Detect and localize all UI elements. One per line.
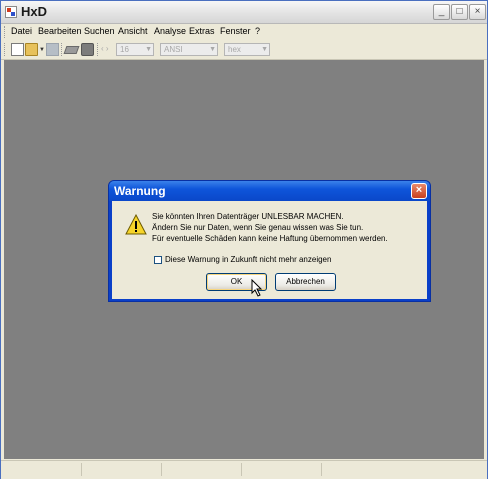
status-cell [3,463,82,476]
mouse-cursor-icon [251,279,263,297]
menu-grip[interactable] [4,26,7,38]
chevron-down-icon: ▼ [145,46,152,53]
status-bar [1,460,487,479]
menu-item-help[interactable]: ? [255,26,260,36]
save-icon[interactable] [46,43,59,56]
menu-item-ansicht[interactable]: Ansicht [118,26,148,36]
toolbar-grip[interactable] [4,43,6,56]
dialog-title: Warnung [114,184,166,198]
dialog-close-button[interactable]: × [411,183,427,199]
warning-message-line-3: Für eventuelle Schäden kann keine Haftun… [152,234,388,243]
title-bar[interactable]: HxD _ □ × [1,1,487,24]
toolbar: ▼ ‹ › 16 ▼ ANSI ▼ hex ▼ [1,40,487,60]
status-cell [243,463,322,476]
chevron-down-icon: ▼ [209,46,216,53]
window-title: HxD [21,4,48,19]
chevron-down-icon: ▼ [261,46,268,53]
toolbar-separator [61,43,63,56]
menu-item-datei[interactable]: Datei [11,26,32,36]
menu-item-suchen[interactable]: Suchen [84,26,115,36]
warning-message-line-1: Sie könnten Ihren Datenträger UNLESBAR M… [152,212,344,221]
eraser-icon[interactable] [63,46,80,54]
offset-base-select[interactable]: hex ▼ [224,43,270,56]
open-dropdown-arrow-icon[interactable]: ▼ [39,47,45,53]
menu-item-bearbeiten[interactable]: Bearbeiten [38,26,82,36]
dialog-body: Sie könnten Ihren Datenträger UNLESBAR M… [112,201,427,299]
dont-show-again-checkbox[interactable] [154,256,162,264]
bytes-per-row-value: 16 [120,45,129,54]
status-cell [83,463,162,476]
toolbar-separator [97,43,99,56]
new-file-icon[interactable] [11,43,24,56]
open-folder-icon[interactable] [25,43,38,56]
warning-dialog: Warnung × Sie könnten Ihren Datenträger … [108,180,431,302]
hxd-app-icon [5,6,17,18]
close-button[interactable]: × [469,4,486,20]
menu-item-extras[interactable]: Extras [189,26,215,36]
warning-message-line-2: Ändern Sie nur Daten, wenn Sie genau wis… [152,223,364,232]
menu-bar: Datei Bearbeiten Suchen Ansicht Analyse … [1,24,487,40]
offset-base-value: hex [228,45,241,54]
menu-item-fenster[interactable]: Fenster [220,26,251,36]
charset-value: ANSI [164,45,183,54]
status-cell [163,463,242,476]
disk-icon[interactable] [81,43,94,56]
bytes-per-row-select[interactable]: 16 ▼ [116,43,154,56]
warning-icon [125,214,147,235]
charset-select[interactable]: ANSI ▼ [160,43,218,56]
dont-show-again-label[interactable]: Diese Warnung in Zukunft nicht mehr anze… [165,255,331,264]
maximize-button[interactable]: □ [451,4,468,20]
dialog-title-bar[interactable]: Warnung × [109,181,430,201]
nav-arrows-icon[interactable]: ‹ › [101,44,109,53]
cancel-button[interactable]: Abbrechen [275,273,336,291]
menu-item-analyse[interactable]: Analyse [154,26,186,36]
minimize-button[interactable]: _ [433,4,450,20]
